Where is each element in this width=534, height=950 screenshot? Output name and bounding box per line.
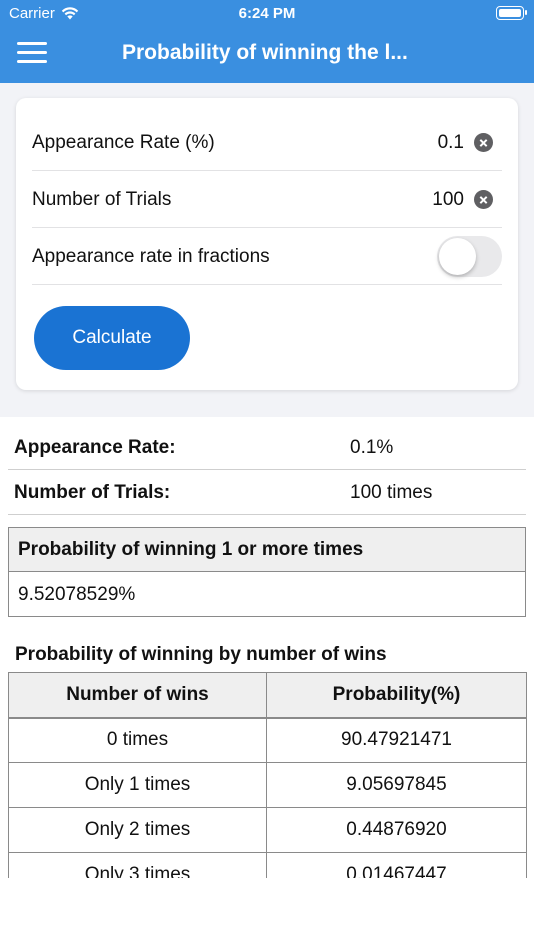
status-time: 6:24 PM — [238, 5, 296, 22]
status-bar: Carrier 6:24 PM — [0, 0, 534, 28]
trials-label: Number of Trials — [32, 189, 172, 210]
wins-cell: Only 3 times — [8, 852, 267, 878]
win-once-box: Probability of winning 1 or more times 9… — [8, 527, 526, 617]
wins-cell: Only 2 times — [8, 807, 267, 853]
appearance-rate-row[interactable]: Appearance Rate (%) 0.1 — [32, 114, 502, 171]
wins-table-scroll[interactable]: Number of wins Probability(%) 0 times 90… — [0, 672, 534, 878]
table-header-row: Number of wins Probability(%) — [8, 672, 527, 719]
fraction-toggle-label: Appearance rate in fractions — [32, 246, 270, 267]
table-row: 0 times 90.47921471 — [8, 717, 527, 763]
menu-icon[interactable] — [17, 42, 47, 64]
input-area: Appearance Rate (%) 0.1 Number of Trials… — [0, 83, 534, 417]
appearance-rate-label: Appearance Rate (%) — [32, 132, 215, 153]
battery-icon — [496, 6, 527, 20]
summary-rate-value: 0.1% — [350, 437, 394, 458]
toggle-knob — [439, 238, 476, 275]
win-once-value: 9.52078529% — [18, 584, 136, 605]
win-once-header-text: Probability of winning 1 or more times — [18, 539, 364, 560]
table-row: Only 3 times 0.01467447 — [8, 852, 527, 878]
table-row: Only 1 times 9.05697845 — [8, 762, 527, 808]
win-once-header: Probability of winning 1 or more times — [9, 528, 525, 572]
summary-rate-row: Appearance Rate: 0.1% — [8, 425, 526, 470]
page-title: Probability of winning the l... — [122, 41, 408, 64]
clear-icon[interactable] — [474, 133, 493, 152]
wins-cell: Only 1 times — [8, 762, 267, 808]
probability-cell: 0.44876920 — [266, 807, 527, 853]
trials-row[interactable]: Number of Trials 100 — [32, 171, 502, 228]
probability-cell: 9.05697845 — [266, 762, 527, 808]
navigation-bar: Probability of winning the l... — [0, 28, 534, 83]
input-card: Appearance Rate (%) 0.1 Number of Trials… — [16, 98, 518, 390]
column-header: Number of wins — [8, 672, 267, 719]
table-row: Only 2 times 0.44876920 — [8, 807, 527, 853]
top-bar: Carrier 6:24 PM Probability of winning t… — [0, 0, 534, 83]
fraction-toggle-row: Appearance rate in fractions — [32, 228, 502, 285]
summary-rate-label: Appearance Rate: — [14, 437, 176, 458]
clear-icon[interactable] — [474, 190, 493, 209]
summary-trials-row: Number of Trials: 100 times — [8, 470, 526, 515]
summary-trials-label: Number of Trials: — [14, 482, 171, 503]
fraction-toggle[interactable] — [437, 236, 502, 277]
appearance-rate-input[interactable]: 0.1 — [438, 114, 464, 171]
wins-cell: 0 times — [8, 717, 267, 763]
wins-table: Number of wins Probability(%) 0 times 90… — [8, 672, 527, 878]
trials-input[interactable]: 100 — [432, 171, 464, 228]
probability-cell: 90.47921471 — [266, 717, 527, 763]
calculate-button[interactable]: Calculate — [34, 306, 190, 370]
summary-trials-value: 100 times — [350, 482, 433, 503]
column-header: Probability(%) — [266, 672, 527, 719]
wins-table-title: Probability of winning by number of wins — [15, 644, 387, 665]
probability-cell: 0.01467447 — [266, 852, 527, 878]
